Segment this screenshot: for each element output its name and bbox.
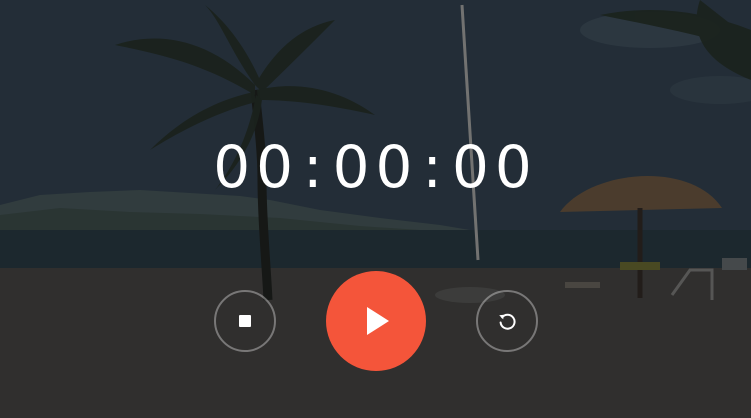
timer-hours: 00	[213, 133, 300, 201]
play-icon	[367, 307, 389, 335]
stop-icon	[239, 315, 251, 327]
timer-minutes: 00	[332, 133, 419, 201]
reset-button[interactable]	[476, 290, 538, 352]
timer-screen: 00:00:00	[0, 0, 751, 418]
timer-separator: :	[422, 133, 448, 201]
timer-seconds: 00	[451, 133, 538, 201]
stop-button[interactable]	[214, 290, 276, 352]
reset-icon	[499, 313, 516, 330]
timer-separator: :	[303, 133, 329, 201]
timer-display: 00:00:00	[0, 130, 751, 204]
play-button[interactable]	[326, 271, 426, 371]
